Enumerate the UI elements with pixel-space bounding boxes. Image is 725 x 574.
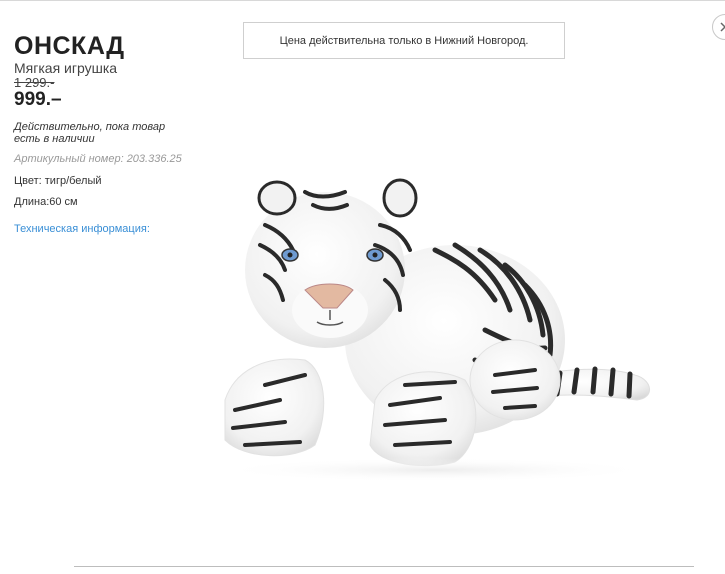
technical-info-link[interactable]: Техническая информация: — [14, 223, 150, 235]
color-attribute: Цвет: тигр/белый — [14, 175, 102, 187]
close-icon — [720, 22, 725, 32]
availability-note: Действительно, пока товар есть в наличии — [14, 121, 166, 145]
product-image — [215, 178, 655, 482]
top-divider — [0, 0, 725, 1]
price-region-notice: Цена действительна только в Нижний Новго… — [243, 22, 565, 59]
old-price: 1 299.- — [14, 75, 55, 90]
article-label: Артикульный номер: — [14, 153, 124, 165]
article-number: 203.336.25 — [126, 153, 182, 165]
article-info: Артикульный номер: 203.336.25 — [14, 153, 214, 166]
product-type: Мягкая игрушка — [14, 60, 118, 76]
current-price: 999.– — [14, 89, 62, 110]
bottom-divider — [74, 566, 694, 567]
product-info-panel: ОНСКАД Мягкая игрушка 1 299.- 999.– Дейс… — [14, 32, 214, 237]
length-attribute: Длина:60 см — [14, 196, 78, 208]
close-button[interactable] — [712, 14, 725, 40]
product-name: ОНСКАД — [14, 32, 125, 60]
